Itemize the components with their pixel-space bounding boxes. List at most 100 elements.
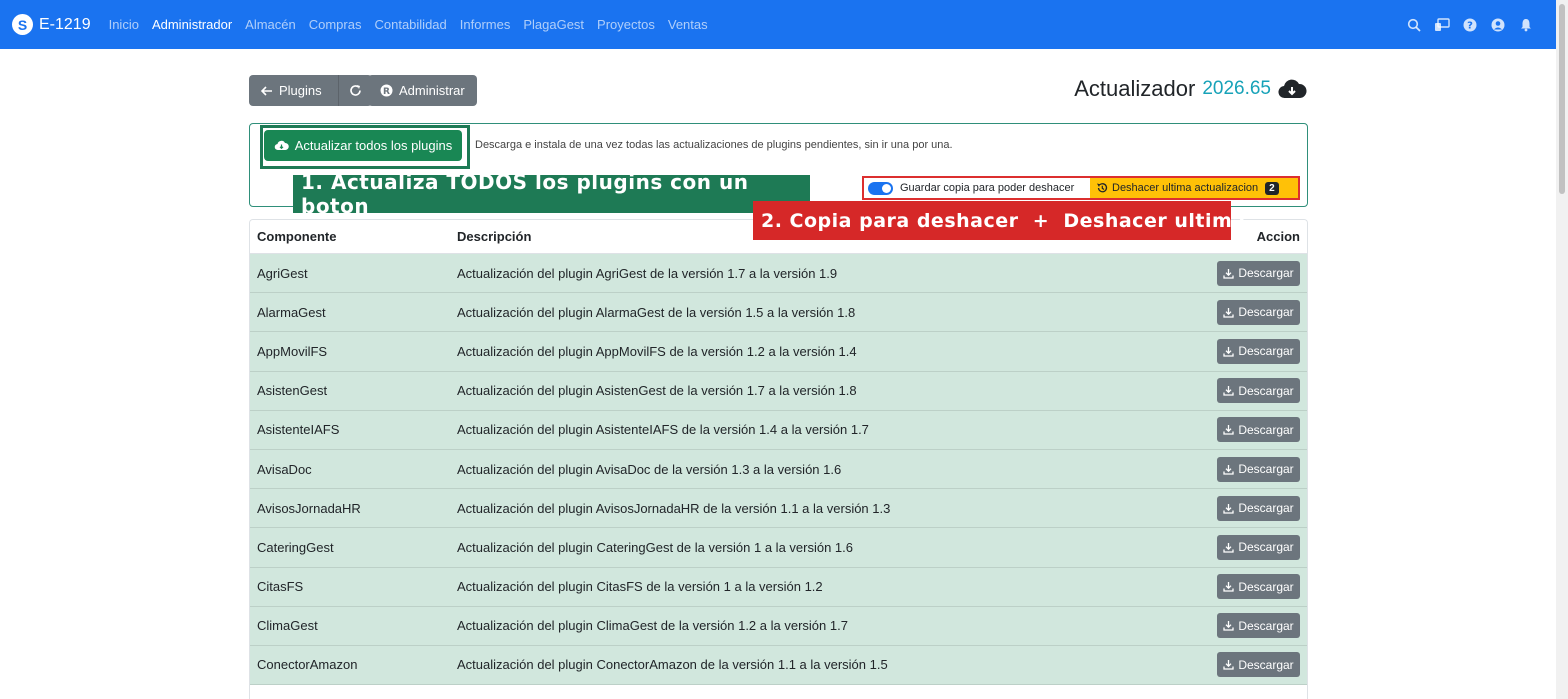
admin-r-icon: R xyxy=(380,84,393,97)
download-label: Descargar xyxy=(1238,383,1294,398)
download-button[interactable]: Descargar xyxy=(1217,495,1300,521)
download-icon xyxy=(1223,268,1234,279)
plugins-back-button[interactable]: Plugins xyxy=(249,75,338,106)
update-all-plugins-button[interactable]: Actualizar todos los plugins xyxy=(264,130,462,161)
download-label: Descargar xyxy=(1238,618,1294,633)
download-button[interactable]: Descargar xyxy=(1217,378,1300,404)
table-row: ConectorAmazon Actualización del plugin C… xyxy=(250,645,1307,686)
search-icon[interactable] xyxy=(1406,17,1422,33)
undo-count-badge: 2 xyxy=(1265,181,1279,195)
brand-name: E-1219 xyxy=(39,15,91,33)
download-button[interactable]: Descargar xyxy=(1217,299,1300,325)
update-all-plugins-label: Actualizar todos los plugins xyxy=(294,138,453,153)
undo-controls: Guardar copia para poder deshacer Deshac… xyxy=(862,176,1300,200)
download-icon xyxy=(1223,659,1234,671)
screens-icon[interactable] xyxy=(1434,17,1450,33)
navbar-icons: ? xyxy=(1394,0,1534,49)
administrar-label: Administrar xyxy=(399,83,465,98)
brand[interactable]: S E-1219 xyxy=(12,14,91,35)
download-icon xyxy=(1223,346,1234,357)
download-button[interactable]: Descargar xyxy=(1217,417,1300,443)
table-row: AppMovilFS Actualización del plugin AppMo… xyxy=(250,332,1307,372)
download-icon xyxy=(1223,424,1234,435)
row-component: CateringGest xyxy=(257,539,334,555)
refresh-button[interactable] xyxy=(337,75,372,106)
download-button[interactable]: Descargar xyxy=(1217,534,1300,560)
refresh-icon xyxy=(349,84,362,97)
header-component: Componente xyxy=(257,229,337,244)
download-label: Descargar xyxy=(1238,579,1294,594)
download-button[interactable]: Descargar xyxy=(1217,260,1300,286)
download-button[interactable]: Descargar xyxy=(1217,574,1300,600)
download-icon xyxy=(1223,503,1234,514)
bell-icon[interactable] xyxy=(1518,17,1534,33)
table-body: AgriGest Actualización del plugin AgriGes… xyxy=(250,254,1307,686)
row-description: Actualización del plugin AgriGest de la … xyxy=(457,265,838,281)
user-icon[interactable] xyxy=(1490,17,1506,33)
row-component: AppMovilFS xyxy=(257,343,328,359)
update-all-description: Descarga e instala de una vez todas las … xyxy=(475,139,953,151)
history-icon xyxy=(1096,182,1108,194)
undo-last-update-label: Deshacer ultima actualizacion xyxy=(1112,182,1259,194)
backup-toggle-label: Guardar copia para poder deshacer xyxy=(900,182,1075,194)
row-component: ConectorAmazon xyxy=(257,657,358,673)
row-component: AgriGest xyxy=(257,265,308,281)
download-button[interactable]: Descargar xyxy=(1217,338,1300,364)
row-description: Actualización del plugin AsistenteIAFS d… xyxy=(457,422,869,438)
download-label: Descargar xyxy=(1238,501,1294,516)
callout-update-all: 1. Actualiza TODOS los plugins con un bo… xyxy=(293,170,810,218)
download-label: Descargar xyxy=(1238,462,1294,477)
nav-item-inicio[interactable]: Inicio xyxy=(109,17,139,32)
page-scrollbar[interactable] xyxy=(1556,0,1568,699)
table-row: AvisaDoc Actualización del plugin AvisaDo… xyxy=(250,449,1307,490)
download-button[interactable]: Descargar xyxy=(1217,652,1300,678)
nav-item-administrador[interactable]: Administrador xyxy=(152,17,232,32)
download-button[interactable]: Descargar xyxy=(1217,456,1300,482)
download-button[interactable]: Descargar xyxy=(1217,613,1300,639)
svg-text:?: ? xyxy=(1467,20,1473,31)
row-description: Actualización del plugin CateringGest de… xyxy=(457,539,854,555)
download-icon xyxy=(1223,542,1234,553)
download-label: Descargar xyxy=(1238,266,1294,281)
row-description: Actualización del plugin ConectorAmazon … xyxy=(457,657,888,673)
row-description: Actualización del plugin AvisaDoc de la … xyxy=(457,461,842,477)
nav-item-ventas[interactable]: Ventas xyxy=(668,17,708,32)
nav-item-proyectos[interactable]: Proyectos xyxy=(597,17,655,32)
download-label: Descargar xyxy=(1238,344,1294,359)
page-title: Actualizador 2026.65 xyxy=(1074,76,1307,102)
updates-table: Componente Descripción Accion AgriGest Ac… xyxy=(249,219,1308,699)
brand-logo-icon: S xyxy=(12,14,33,35)
row-component: AsistenGest xyxy=(257,383,328,399)
download-label: Descargar xyxy=(1238,422,1294,437)
row-description: Actualización del plugin AppMovilFS de l… xyxy=(457,343,857,359)
row-component: CitasFS xyxy=(257,579,304,595)
row-description: Actualización del plugin ClimaGest de la… xyxy=(457,618,848,634)
scrollbar-thumb[interactable] xyxy=(1559,4,1565,194)
nav-item-almacen[interactable]: Almacén xyxy=(245,17,296,32)
nav-item-compras[interactable]: Compras xyxy=(309,17,362,32)
nav-item-informes[interactable]: Informes xyxy=(460,17,511,32)
row-description: Actualización del plugin AlarmaGest de l… xyxy=(457,304,856,320)
nav-item-plagagest[interactable]: PlagaGest xyxy=(523,17,584,32)
version-number: 2026.65 xyxy=(1202,78,1271,99)
download-label: Descargar xyxy=(1238,657,1294,672)
table-row: CateringGest Actualización del plugin Cat… xyxy=(250,528,1307,568)
table-row: AlarmaGest Actualización del plugin Alarm… xyxy=(250,293,1307,333)
table-row: AvisosJornadaHR Actualización del plugin … xyxy=(250,489,1307,529)
download-icon xyxy=(1223,307,1234,318)
row-description: Actualización del plugin AvisosJornadaHR… xyxy=(457,500,891,516)
backup-toggle-switch[interactable] xyxy=(868,181,893,195)
row-description: Actualización del plugin AsistenGest de … xyxy=(457,383,857,399)
plugins-back-label: Plugins xyxy=(279,83,322,98)
download-label: Descargar xyxy=(1238,305,1294,320)
row-component: AvisosJornadaHR xyxy=(257,500,361,516)
top-navbar: S E-1219 Inicio Administrador Almacén Co… xyxy=(0,0,1556,49)
help-icon[interactable]: ? xyxy=(1462,17,1478,33)
row-component: AsistenteIAFS xyxy=(257,422,340,438)
nav-item-contabilidad[interactable]: Contabilidad xyxy=(374,17,446,32)
table-row: CitasFS Actualización del plugin CitasFS … xyxy=(250,567,1307,607)
administrar-button[interactable]: R Administrar xyxy=(368,75,477,106)
plugins-button-group: Plugins xyxy=(249,75,372,106)
undo-last-update-button[interactable]: Deshacer ultima actualizacion 2 xyxy=(1090,178,1298,198)
row-component: ClimaGest xyxy=(257,618,318,634)
